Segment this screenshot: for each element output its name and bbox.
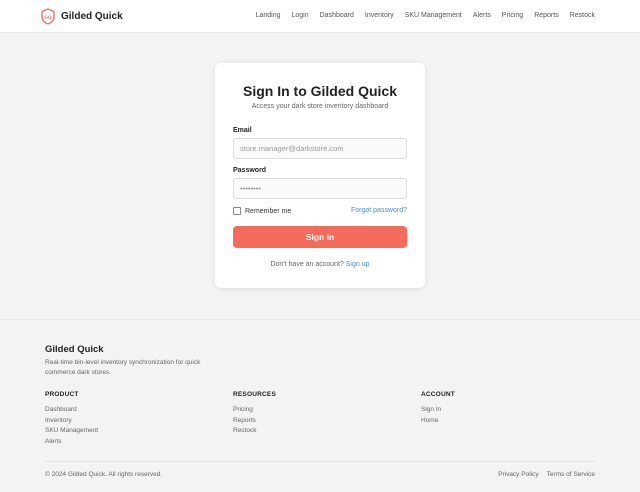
footer-link-alerts[interactable]: Alerts xyxy=(45,437,98,448)
login-subtitle: Access your dark store inventory dashboa… xyxy=(251,103,389,110)
email-label: Email xyxy=(233,127,252,134)
forgot-password-link[interactable]: Forgot password? xyxy=(351,207,407,214)
site-footer: Gilded Quick Real-time bin-level invento… xyxy=(0,319,640,492)
logo-text: GQ xyxy=(44,15,52,20)
footer-column-resources: RESOURCES Pricing Reports Restock xyxy=(233,391,276,437)
footer-column-account: ACCOUNT Sign In Home xyxy=(421,391,455,426)
footer-column-title: PRODUCT xyxy=(45,391,79,398)
nav-link-reports[interactable]: Reports xyxy=(534,12,559,19)
nav-link-restock[interactable]: Restock xyxy=(570,12,595,19)
footer-column-title: RESOURCES xyxy=(233,391,276,398)
footer-link-sign-in[interactable]: Sign In xyxy=(421,405,455,416)
privacy-policy-link[interactable]: Privacy Policy xyxy=(498,471,538,478)
footer-description: Real-time bin-level inventory synchroniz… xyxy=(45,359,201,376)
remember-checkbox[interactable] xyxy=(233,207,241,215)
footer-column-product: PRODUCT Dashboard Inventory SKU Manageme… xyxy=(45,391,98,447)
password-field[interactable] xyxy=(233,178,407,199)
site-header: GQ Gilded Quick Landing Login Dashboard … xyxy=(0,0,640,33)
nav-link-pricing[interactable]: Pricing xyxy=(502,12,523,19)
footer-link-dashboard[interactable]: Dashboard xyxy=(45,405,98,416)
nav-link-landing[interactable]: Landing xyxy=(256,12,281,19)
password-label: Password xyxy=(233,167,267,174)
nav-link-dashboard[interactable]: Dashboard xyxy=(320,12,354,19)
shield-logo-icon: GQ xyxy=(41,8,55,25)
login-card: Sign In to Gilded Quick Access your dark… xyxy=(215,63,425,288)
brand[interactable]: GQ Gilded Quick xyxy=(41,8,123,25)
nav-link-alerts[interactable]: Alerts xyxy=(473,12,491,19)
footer-brand: Gilded Quick xyxy=(45,344,104,355)
brand-name: Gilded Quick xyxy=(61,11,123,22)
footer-link-home[interactable]: Home xyxy=(421,416,455,427)
signup-row: Don't have an account? Sign up xyxy=(215,261,425,268)
main-nav: Landing Login Dashboard Inventory SKU Ma… xyxy=(245,12,595,19)
footer-link-restock[interactable]: Restock xyxy=(233,426,276,437)
terms-of-service-link[interactable]: Terms of Service xyxy=(547,471,595,478)
nav-link-sku-management[interactable]: SKU Management xyxy=(405,12,462,19)
footer-link-sku-management[interactable]: SKU Management xyxy=(45,426,98,437)
nav-link-login[interactable]: Login xyxy=(291,12,308,19)
footer-link-pricing[interactable]: Pricing xyxy=(233,405,276,416)
signup-prompt: Don't have an account? xyxy=(270,261,344,268)
footer-link-inventory[interactable]: Inventory xyxy=(45,416,98,427)
footer-divider xyxy=(45,461,595,462)
remember-label: Remember me xyxy=(245,207,292,215)
sign-in-button[interactable]: Sign In xyxy=(233,226,407,248)
login-title: Sign In to Gilded Quick xyxy=(242,83,397,99)
remember-me[interactable]: Remember me xyxy=(233,207,291,215)
footer-link-reports[interactable]: Reports xyxy=(233,416,276,427)
email-field[interactable] xyxy=(233,138,407,159)
legal-links: Privacy Policy Terms of Service xyxy=(490,471,595,478)
nav-link-inventory[interactable]: Inventory xyxy=(365,12,394,19)
copyright: © 2024 Gilded Quick. All rights reserved… xyxy=(45,471,163,478)
footer-column-title: ACCOUNT xyxy=(421,391,455,398)
signup-link[interactable]: Sign up xyxy=(346,261,370,268)
